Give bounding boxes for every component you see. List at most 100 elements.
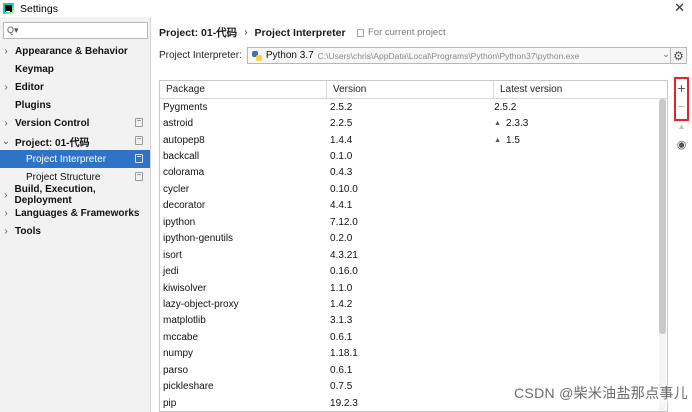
search-input[interactable] [20,25,141,36]
scroll-thumb[interactable] [659,99,666,334]
sidebar-item-label: Languages & Frameworks [15,207,140,219]
package-name: isort [163,249,182,261]
column-header-latest[interactable]: Latest version [494,81,667,98]
table-row[interactable]: ipython 7.12.0 [160,214,660,230]
table-row[interactable]: jedi 0.16.0 [160,263,660,279]
table-row[interactable]: autopep8 1.4.4 ▲ 1.5 [160,132,660,148]
package-name: Pygments [163,101,208,113]
package-version: 1.4.4 [330,134,353,146]
title-bar: Settings ✕ [0,0,692,17]
chevron-right-icon[interactable]: › [0,226,12,237]
table-row[interactable]: numpy 1.18.1 [160,346,660,362]
package-version: 1.4.2 [330,298,353,310]
sidebar-item-2[interactable]: › Editor [0,78,150,96]
project-settings-icon [135,118,143,127]
package-name: parso [163,364,189,376]
interpreter-select[interactable]: Python 3.7 C:\Users\chris\AppData\Local\… [246,47,675,64]
chevron-right-icon[interactable]: › [0,208,12,219]
remove-package-button[interactable]: − [674,97,689,115]
package-version: 7.12.0 [330,216,358,228]
package-name: pickleshare [163,381,214,393]
sidebar-item-3[interactable]: Plugins [0,96,150,114]
table-row[interactable]: astroid 2.2.5 ▲ 2.3.3 [160,115,660,131]
chevron-right-icon[interactable]: › [0,82,12,93]
package-name: pip [163,397,177,409]
chevron-right-icon[interactable]: › [0,118,12,129]
chevron-right-icon[interactable]: › [0,46,12,57]
package-name: jedi [163,266,179,278]
table-header: Package Version Latest version [160,81,667,99]
sidebar-item-label: Project Structure [26,171,101,183]
sidebar-item-6[interactable]: Project Interpreter [0,150,150,168]
sidebar-item-4[interactable]: › Version Control [0,114,150,132]
interpreter-name: Python 3.7 [265,50,314,61]
package-version: 0.6.1 [330,364,353,376]
package-latest-version: ▲ 1.5 [488,135,660,146]
breadcrumb: Project: 01-代码 › Project Interpreter [159,25,346,40]
table-row[interactable]: cycler 0.10.0 [160,181,660,197]
package-version: 0.16.0 [330,266,358,278]
sidebar-item-9[interactable]: › Languages & Frameworks [0,204,150,222]
chevron-right-icon[interactable]: › [0,190,12,201]
sidebar-item-8[interactable]: › Build, Execution, Deployment [0,184,150,206]
python-icon [251,50,262,61]
breadcrumb-separator: › [244,27,248,38]
project-settings-icon [135,154,143,163]
gear-icon[interactable]: ⚙ [670,47,687,64]
table-row[interactable]: decorator 4.4.1 [160,198,660,214]
package-version: 4.3.21 [330,249,358,261]
table-row[interactable]: backcall 0.1.0 [160,148,660,164]
column-header-version[interactable]: Version [327,81,494,98]
table-scrollbar[interactable] [659,99,666,411]
package-version: 1.18.1 [330,348,358,360]
package-name: matplotlib [163,315,206,327]
table-row[interactable]: colorama 0.4.3 [160,165,660,181]
interpreter-label: Project Interpreter: [159,50,242,61]
upgrade-package-button[interactable]: ▲ [674,120,689,134]
latest-version-text: 2.5.2 [494,101,517,113]
sidebar-item-label: Editor [15,81,44,93]
for-current-project: For current project [357,27,446,38]
sidebar-item-5[interactable]: ⌄ Project: 01-代码 [0,132,150,150]
package-latest-version: ▲ 2.3.3 [488,118,660,129]
project-scope-icon [357,28,364,37]
package-name: ipython-genutils [163,233,234,245]
sidebar-item-label: Build, Execution, Deployment [14,184,96,206]
package-name: backcall [163,151,200,163]
table-row[interactable]: ipython-genutils 0.2.0 [160,231,660,247]
package-version: 2.5.2 [330,101,353,113]
breadcrumb-page: Project Interpreter [254,26,346,39]
upgrade-arrow-icon: ▲ [494,136,502,144]
table-row[interactable]: matplotlib 3.1.3 [160,313,660,329]
table-row[interactable]: mccabe 0.6.1 [160,329,660,345]
package-name: autopep8 [163,134,205,146]
column-header-package[interactable]: Package [160,81,327,98]
table-row[interactable]: kiwisolver 1.1.0 [160,280,660,296]
package-version: 4.4.1 [330,200,353,212]
breadcrumb-project[interactable]: Project: 01-代码 [159,25,237,40]
pycharm-icon [3,3,14,14]
sidebar-item-0[interactable]: › Appearance & Behavior [0,42,150,60]
package-version: 0.4.3 [330,167,353,179]
close-icon[interactable]: ✕ [674,0,685,16]
table-row[interactable]: isort 4.3.21 [160,247,660,263]
eye-icon[interactable]: ◉ [674,138,689,152]
chevron-down-icon[interactable]: ⌄ [662,49,670,60]
table-row[interactable]: lazy-object-proxy 1.4.2 [160,296,660,312]
sidebar-item-1[interactable]: Keymap [0,60,150,78]
table-row[interactable]: parso 0.6.1 [160,362,660,378]
package-name: decorator [163,200,206,212]
package-version: 0.7.5 [330,381,353,393]
table-row[interactable]: Pygments 2.5.2 2.5.2 [160,99,660,115]
sidebar-item-10[interactable]: › Tools [0,222,150,240]
package-name: colorama [163,167,205,179]
package-version: 2.2.5 [330,118,353,130]
chevron-down-icon[interactable]: ⌄ [0,136,12,147]
sidebar-item-label: Keymap [15,63,54,75]
project-settings-icon [135,172,143,181]
settings-nav: › Appearance & Behavior Keymap › Editor Plugi… [0,42,150,240]
sidebar-item-label: Plugins [15,99,52,111]
add-package-button[interactable]: + [674,79,689,97]
settings-search[interactable]: Q▾ [3,22,148,39]
for-current-project-label: For current project [368,27,446,38]
